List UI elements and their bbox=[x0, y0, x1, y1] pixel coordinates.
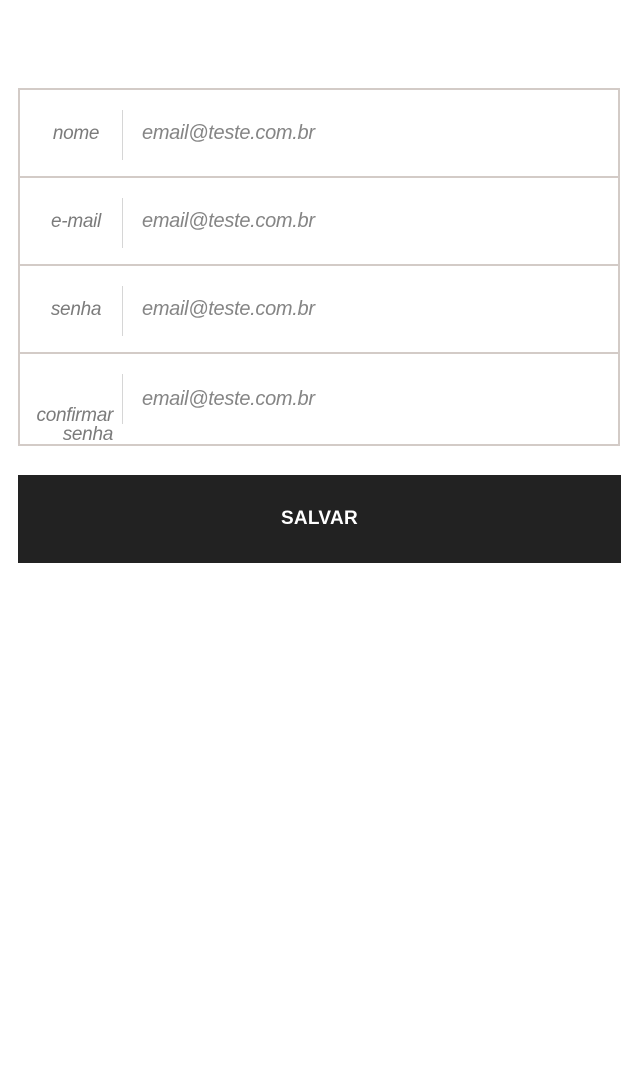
form-row-senha: senha bbox=[20, 266, 618, 354]
senha-input[interactable] bbox=[142, 266, 612, 352]
email-input[interactable] bbox=[142, 178, 612, 264]
row-divider bbox=[122, 110, 123, 160]
row-divider bbox=[122, 374, 123, 424]
form-row-nome: nome bbox=[20, 90, 618, 178]
row-divider bbox=[122, 198, 123, 248]
confirmar-senha-label: confirmar senha bbox=[20, 354, 114, 445]
form-row-confirmar-senha: confirmar senha bbox=[20, 354, 618, 444]
nome-input[interactable] bbox=[142, 90, 612, 176]
form-row-email: e-mail bbox=[20, 178, 618, 266]
nome-label: nome bbox=[52, 122, 100, 144]
confirmar-senha-label-line2: senha bbox=[62, 424, 114, 445]
confirmar-senha-input[interactable] bbox=[142, 354, 612, 444]
confirmar-senha-label-line1: confirmar bbox=[36, 405, 114, 426]
row-divider bbox=[122, 286, 123, 336]
email-label: e-mail bbox=[51, 210, 101, 232]
save-button[interactable]: SALVAR bbox=[18, 475, 621, 563]
senha-label: senha bbox=[50, 298, 102, 320]
signup-form: nome e-mail senha confirmar senha bbox=[18, 88, 620, 446]
